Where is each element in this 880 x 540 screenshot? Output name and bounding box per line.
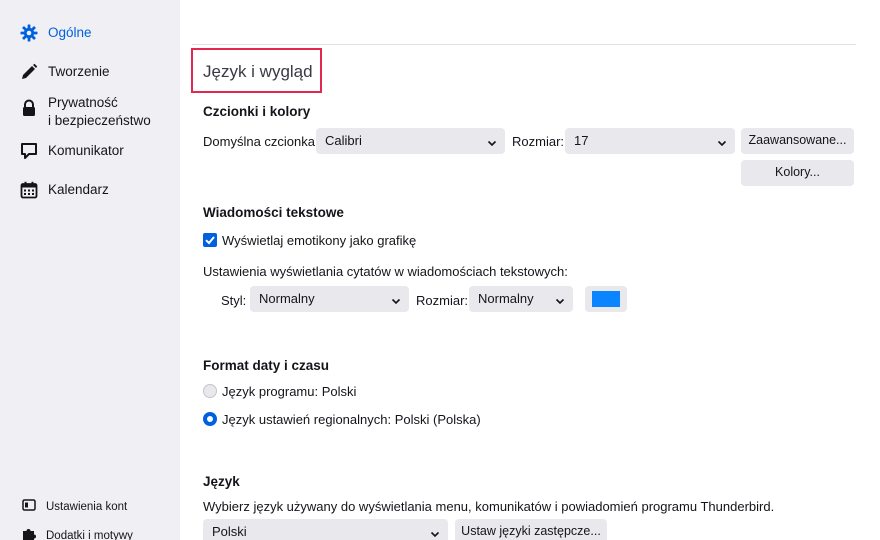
chat-icon: [20, 142, 38, 160]
chevron-down-icon: [430, 527, 440, 538]
alternative-languages-button[interactable]: Ustaw języki zastępcze...: [455, 519, 607, 540]
top-divider: [192, 44, 856, 45]
sidebar-item-privacy[interactable]: Prywatność i bezpieczeństwo: [20, 94, 151, 130]
page-title: Język i wygląd: [191, 48, 322, 93]
account-icon: [22, 498, 36, 515]
checkmark-icon: [205, 236, 215, 245]
sidebar-item-label-line1: Prywatność: [48, 95, 118, 110]
font-size-select[interactable]: 17: [565, 128, 735, 154]
sidebar-item-label: Ogólne: [48, 25, 92, 40]
sidebar-item-chat[interactable]: Komunikator: [20, 142, 124, 160]
default-font-value: Calibri: [325, 133, 362, 148]
chevron-down-icon: [717, 136, 727, 147]
sidebar-item-label: Komunikator: [48, 143, 124, 158]
quote-color-swatch: [592, 291, 620, 307]
emoticons-label[interactable]: Wyświetlaj emotikony jako grafikę: [222, 233, 416, 248]
sidebar-item-general[interactable]: Ogólne: [20, 24, 92, 42]
account-settings-link[interactable]: Ustawienia kont: [22, 498, 127, 515]
font-size-label: Rozmiar:: [512, 134, 565, 149]
default-font-select[interactable]: Calibri: [316, 128, 505, 154]
fonts-colors-heading: Czcionki i kolory: [203, 104, 311, 119]
datetime-app-radio[interactable]: [203, 384, 217, 398]
sidebar-item-label: Prywatność i bezpieczeństwo: [48, 94, 151, 130]
calendar-icon: [20, 181, 38, 199]
sidebar-item-label: Kalendarz: [48, 182, 109, 197]
sidebar-item-calendar[interactable]: Kalendarz: [20, 181, 109, 199]
datetime-heading: Format daty i czasu: [203, 358, 330, 373]
quote-style-value: Normalny: [259, 291, 315, 306]
datetime-regional-label[interactable]: Język ustawień regionalnych: Polski (Pol…: [222, 412, 481, 427]
quote-size-value: Normalny: [478, 291, 534, 306]
sidebar-item-label-line2: i bezpieczeństwo: [48, 113, 151, 128]
sidebar: Ogólne Tworzenie Prywatność i bezpieczeń…: [0, 0, 180, 540]
quote-settings-label: Ustawienia wyświetlania cytatów w wiadom…: [203, 264, 568, 279]
plain-text-heading: Wiadomości tekstowe: [203, 205, 344, 220]
gear-icon: [20, 24, 38, 42]
quote-size-label: Rozmiar:: [416, 293, 469, 308]
addons-themes-link[interactable]: Dodatki i motywy: [22, 527, 133, 540]
default-font-label: Domyślna czcionka:: [203, 134, 319, 149]
language-description: Wybierz język używany do wyświetlania me…: [203, 499, 775, 514]
language-select[interactable]: Polski: [203, 519, 448, 540]
quote-color-button[interactable]: [585, 286, 627, 312]
chevron-down-icon: [391, 294, 401, 305]
chevron-down-icon: [487, 136, 497, 147]
puzzle-icon: [22, 527, 36, 540]
lock-icon: [20, 99, 38, 117]
language-heading: Język: [203, 474, 240, 489]
font-size-value: 17: [574, 133, 589, 148]
language-value: Polski: [212, 524, 247, 539]
advanced-fonts-button[interactable]: Zaawansowane...: [741, 128, 854, 154]
account-settings-label: Ustawienia kont: [46, 500, 128, 513]
emoticons-checkbox[interactable]: [203, 233, 217, 247]
pencil-icon: [20, 63, 38, 81]
quote-style-label: Styl:: [221, 293, 247, 308]
sidebar-item-label: Tworzenie: [48, 64, 110, 79]
colors-button[interactable]: Kolory...: [741, 160, 854, 186]
chevron-down-icon: [555, 294, 565, 305]
datetime-app-label[interactable]: Język programu: Polski: [222, 384, 356, 399]
sidebar-item-composition[interactable]: Tworzenie: [20, 63, 110, 81]
addons-themes-label: Dodatki i motywy: [46, 529, 133, 540]
datetime-regional-radio[interactable]: [203, 412, 217, 426]
quote-size-select[interactable]: Normalny: [469, 286, 573, 312]
quote-style-select[interactable]: Normalny: [250, 286, 409, 312]
